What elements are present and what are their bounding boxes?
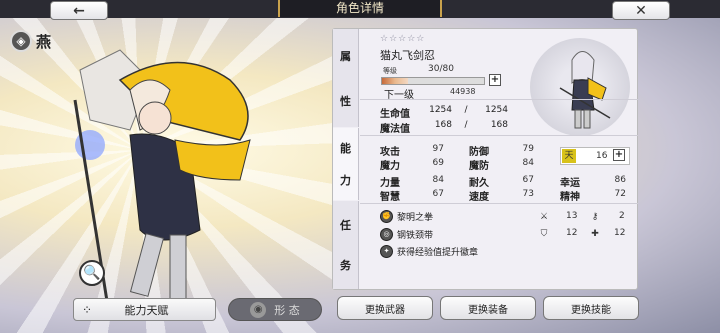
mp-separator: / — [464, 120, 468, 130]
stat-magic-value: 69 — [432, 158, 444, 168]
level-label: 等级 — [383, 67, 397, 75]
stat-strength-value: 84 — [432, 175, 444, 185]
mp-max: 168 — [490, 120, 508, 130]
change-weapon-button[interactable]: 更换武器 — [337, 296, 433, 320]
tab-mission[interactable]: 任 务 — [333, 201, 359, 289]
mp-label: 魔法值 — [380, 124, 410, 135]
exp-bar — [381, 77, 485, 85]
zoom-button[interactable]: 🔍 — [79, 260, 105, 286]
form-icon: ◉ — [250, 301, 267, 318]
neckband-icon: ◎ — [380, 228, 393, 241]
hp-row: 生命值 1254 / 1254 — [380, 105, 508, 120]
hp-max: 1254 — [485, 105, 508, 115]
character-title: 猫丸飞剑忍 — [380, 49, 435, 62]
divider — [360, 99, 638, 100]
character-name: 燕 — [36, 32, 52, 51]
change-equipment-button[interactable]: 更换装备 — [440, 296, 536, 320]
stat-endurance-value: 67 — [522, 175, 534, 185]
page-title: 角色详情 — [278, 0, 442, 17]
key-icon: ⚷ — [591, 212, 599, 222]
tab-ability-label: 能 — [340, 142, 351, 155]
ability-talent-button[interactable]: ⁘ 能力天赋 — [73, 298, 216, 321]
level-value: 30/80 — [428, 64, 454, 74]
key-stat-value: 2 — [619, 211, 625, 221]
class-emblem-icon: ◈ — [10, 30, 32, 52]
stat-attack-label: 攻击 — [380, 147, 400, 158]
stat-magic-defense-label: 魔防 — [469, 161, 489, 172]
rank-icon: 天 — [562, 149, 576, 163]
divider — [360, 135, 638, 136]
stat-endurance-label: 耐久 — [469, 178, 489, 189]
fist-icon: ✊ — [380, 210, 393, 223]
change-skill-button[interactable]: 更换技能 — [543, 296, 639, 320]
close-button[interactable]: ✕ — [612, 1, 670, 20]
divider — [360, 203, 638, 204]
tab-mission-label: 任 — [340, 219, 351, 232]
stat-wisdom-label: 智慧 — [380, 192, 400, 203]
stat-defense-label: 防御 — [469, 147, 489, 158]
mp-current: 168 — [434, 120, 452, 130]
shield-icon: ⛉ — [540, 229, 548, 239]
badge-name: 获得经验值提升徽章 — [397, 248, 479, 258]
form-label: 形 态 — [274, 303, 300, 317]
cross-icon: ✚ — [591, 229, 599, 239]
rarity-stars: ☆☆☆☆☆ — [380, 34, 426, 44]
badge-item[interactable]: ✦ 获得经验值提升徽章 — [380, 245, 478, 258]
back-arrow-icon: ← — [73, 2, 85, 19]
portrait-figure — [559, 51, 611, 129]
next-level-exp: 44938 — [450, 87, 476, 96]
equipment-item[interactable]: ◎ 钢铁颈带 — [380, 228, 433, 241]
stat-defense-value: 79 — [522, 144, 534, 154]
stat-spirit-label: 精神 — [560, 192, 580, 203]
weapon-stat-value: 13 — [566, 211, 578, 221]
level-up-button[interactable]: + — [489, 74, 501, 86]
hp-label: 生命值 — [380, 109, 410, 120]
stat-speed-label: 速度 — [469, 192, 489, 203]
back-button[interactable]: ← — [50, 1, 108, 20]
form-button[interactable]: ◉ 形 态 — [228, 298, 322, 321]
stat-strength-label: 力量 — [380, 178, 400, 189]
stat-magic-defense-value: 84 — [522, 158, 534, 168]
skill-name: 黎明之拳 — [397, 213, 434, 223]
badge-icon: ✦ — [380, 245, 393, 258]
tab-attributes[interactable]: 属 性 — [333, 29, 359, 127]
cross-stat-value: 12 — [614, 228, 626, 238]
search-icon: 🔍 — [83, 265, 101, 281]
stat-magic-label: 魔力 — [380, 161, 400, 172]
stat-speed-value: 73 — [522, 189, 534, 199]
shield-stat-value: 12 — [566, 228, 578, 238]
close-icon: ✕ — [635, 2, 647, 19]
hp-current: 1254 — [429, 105, 452, 115]
stat-attack-value: 97 — [432, 144, 444, 154]
character-name-plate: ◈ 燕 — [10, 30, 51, 52]
stat-wisdom-value: 67 — [432, 189, 444, 199]
sword-icon: ⚔ — [539, 212, 549, 222]
stat-spirit-value: 72 — [614, 189, 626, 199]
tab-ability[interactable]: 能 力 — [333, 128, 359, 200]
talent-icon: ⁘ — [82, 302, 93, 317]
stat-luck-label: 幸运 — [560, 178, 580, 189]
talent-label: 能力天赋 — [124, 303, 169, 317]
rank-up-button[interactable]: + — [613, 149, 625, 161]
equipment-name: 钢铁颈带 — [397, 231, 434, 241]
rank-value: 16 — [596, 151, 608, 161]
hp-separator: / — [464, 105, 468, 115]
tab-attributes-label: 属 — [340, 49, 351, 63]
skill-item[interactable]: ✊ 黎明之拳 — [380, 210, 433, 223]
exp-bar-fill — [382, 78, 408, 84]
mp-row: 魔法值 168 / 168 — [380, 120, 508, 135]
stat-luck-value: 86 — [614, 175, 626, 185]
character-portrait — [530, 38, 630, 136]
